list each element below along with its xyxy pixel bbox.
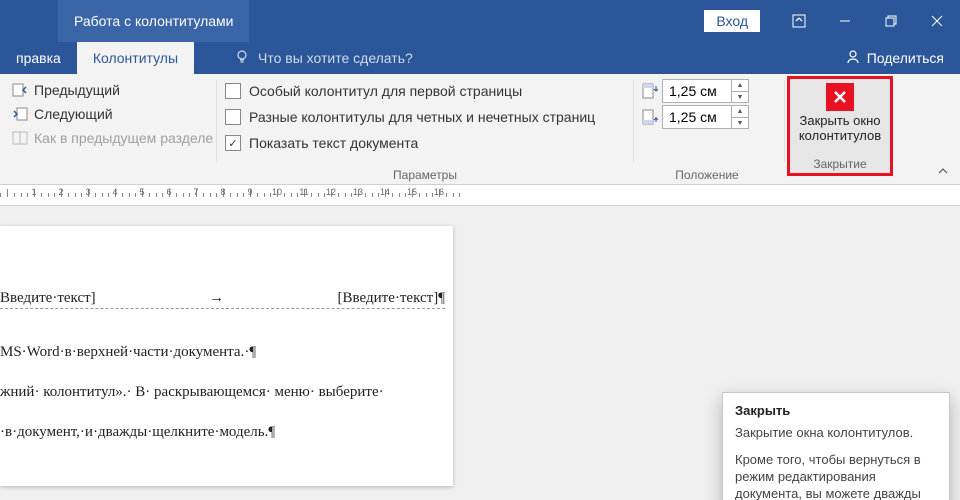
close-label-line1: Закрыть окно [799, 113, 881, 128]
ribbon-display-options-button[interactable] [776, 0, 822, 42]
lightbulb-icon [234, 49, 250, 68]
ruler-number: 15 [407, 187, 417, 197]
page[interactable]: Введите·текст] → [Введите·текст]¶ MS·Wor… [0, 226, 453, 486]
checkbox-label: Разные колонтитулы для четных и нечетных… [249, 109, 595, 125]
ruler-number: 1 [31, 187, 36, 197]
show-document-text-checkbox[interactable]: ✓ Показать текст документа [225, 130, 625, 156]
collapse-ribbon-button[interactable] [936, 164, 950, 178]
ruler-number: 7 [193, 187, 198, 197]
document-body: MS·Word·в·верхней·части·документа.·¶ жни… [0, 322, 445, 486]
ruler-number: 11 [299, 187, 308, 197]
ruler-number: 9 [247, 187, 252, 197]
minimize-icon [838, 14, 852, 28]
tell-me-placeholder: Что вы хотите сделать? [258, 50, 413, 66]
footer-from-bottom-input[interactable] [663, 106, 731, 128]
previous-label: Предыдущий [34, 82, 120, 98]
ruler-number: 12 [326, 187, 336, 197]
header-tab-arrow: → [96, 290, 338, 307]
ruler-number: 4 [112, 187, 117, 197]
group-options: Особый колонтитул для первой страницы Ра… [217, 74, 633, 184]
minimize-button[interactable] [822, 0, 868, 42]
close-label-line2: колонтитулов [799, 128, 881, 143]
body-line: ·в·документ,·и·дважды·щелкните·модель.¶ [0, 422, 445, 442]
spin-up[interactable]: ▲ [732, 80, 748, 92]
spin-up[interactable]: ▲ [732, 106, 748, 118]
tell-me-search[interactable]: Что вы хотите сделать? [234, 42, 413, 74]
body-line: MS·Word·в·верхней·части·документа.·¶ [0, 342, 445, 362]
checkbox-box [225, 109, 241, 125]
header-from-top-icon [642, 83, 658, 99]
contextual-tab-label: Работа с колонтитулами [74, 13, 233, 29]
ribbon-tabbar: правка Колонтитулы Что вы хотите сделать… [0, 42, 960, 74]
ruler-number: 2 [58, 187, 63, 197]
next-icon [12, 106, 28, 122]
group-close-label: Закрытие [790, 155, 890, 173]
header-from-top-input[interactable] [663, 80, 731, 102]
horizontal-ruler[interactable]: 112345678910111213141516 [0, 185, 960, 206]
ribbon-display-icon [792, 14, 806, 28]
ruler-number: 10 [272, 187, 282, 197]
close-header-footer-button[interactable]: Закрыть окно колонтитулов [790, 79, 890, 155]
titlebar: Работа с колонтитулами Вход [0, 0, 960, 42]
footer-from-bottom-field[interactable]: ▲▼ [662, 105, 749, 129]
previous-section-button[interactable]: Предыдущий [8, 78, 208, 102]
tooltip-paragraph: Кроме того, чтобы вернуться в режим реда… [735, 451, 937, 500]
next-label: Следующий [34, 106, 113, 122]
ruler-number: 14 [380, 187, 390, 197]
tab-header-footer[interactable]: Колонтитулы [77, 42, 194, 74]
close-x-icon [826, 83, 854, 111]
ruler-number: 16 [434, 187, 444, 197]
next-section-button[interactable]: Следующий [8, 102, 208, 126]
different-odd-even-checkbox[interactable]: Разные колонтитулы для четных и нечетных… [225, 104, 625, 130]
previous-icon [12, 82, 28, 98]
ruler-number: 13 [353, 187, 363, 197]
checkbox-label: Особый колонтитул для первой страницы [249, 83, 522, 99]
different-first-page-checkbox[interactable]: Особый колонтитул для первой страницы [225, 78, 625, 104]
contextual-tab-header-footer: Работа с колонтитулами [58, 0, 249, 42]
group-position: ▲▼ ▲▼ Положение [634, 74, 780, 184]
spin-down[interactable]: ▼ [732, 92, 748, 103]
document-header[interactable]: Введите·текст] → [Введите·текст]¶ [0, 290, 445, 309]
tooltip-paragraph: Закрытие окна колонтитулов. [735, 424, 937, 441]
share-icon [845, 49, 861, 68]
ribbon: Предыдущий Следующий Как в предыдущем ра… [0, 74, 960, 185]
body-line: жний· колонтитул».· В· раскрывающемся· м… [0, 382, 445, 402]
footer-from-bottom-icon [642, 109, 658, 125]
ruler-number: 6 [166, 187, 171, 197]
close-highlight-box: Закрыть окно колонтитулов Закрытие [787, 76, 893, 176]
spin-down[interactable]: ▼ [732, 118, 748, 129]
tooltip-close-header-footer: Закрыть Закрытие окна колонтитулов. Кром… [722, 392, 950, 500]
ruler-number: 3 [85, 187, 90, 197]
maximize-icon [884, 14, 898, 28]
maximize-button[interactable] [868, 0, 914, 42]
link-icon [12, 130, 28, 146]
tab-previous[interactable]: правка [0, 42, 77, 74]
ruler-number: 8 [220, 187, 225, 197]
close-icon [930, 14, 944, 28]
group-close: Закрыть окно колонтитулов Закрытие [785, 74, 895, 184]
share-label: Поделиться [867, 50, 944, 66]
header-field-right[interactable]: [Введите·текст]¶ [338, 290, 445, 307]
checkbox-label: Показать текст документа [249, 135, 418, 151]
ruler-number: 5 [139, 187, 144, 197]
link-to-previous-button[interactable]: Как в предыдущем разделе [8, 126, 208, 150]
header-field-left[interactable]: Введите·текст] [0, 290, 96, 307]
checkbox-box-checked: ✓ [225, 135, 241, 151]
group-position-label: Положение [642, 166, 772, 184]
group-options-label: Параметры [225, 166, 625, 184]
group-navigation: Предыдущий Следующий Как в предыдущем ра… [0, 74, 216, 184]
document-area: Введите·текст] → [Введите·текст]¶ MS·Wor… [0, 206, 960, 500]
checkbox-box [225, 83, 241, 99]
link-label: Как в предыдущем разделе [34, 130, 213, 146]
header-from-top-field[interactable]: ▲▼ [662, 79, 749, 103]
close-window-button[interactable] [914, 0, 960, 42]
login-button[interactable]: Вход [704, 10, 760, 32]
tooltip-title: Закрыть [735, 403, 937, 418]
share-button[interactable]: Поделиться [845, 42, 944, 74]
